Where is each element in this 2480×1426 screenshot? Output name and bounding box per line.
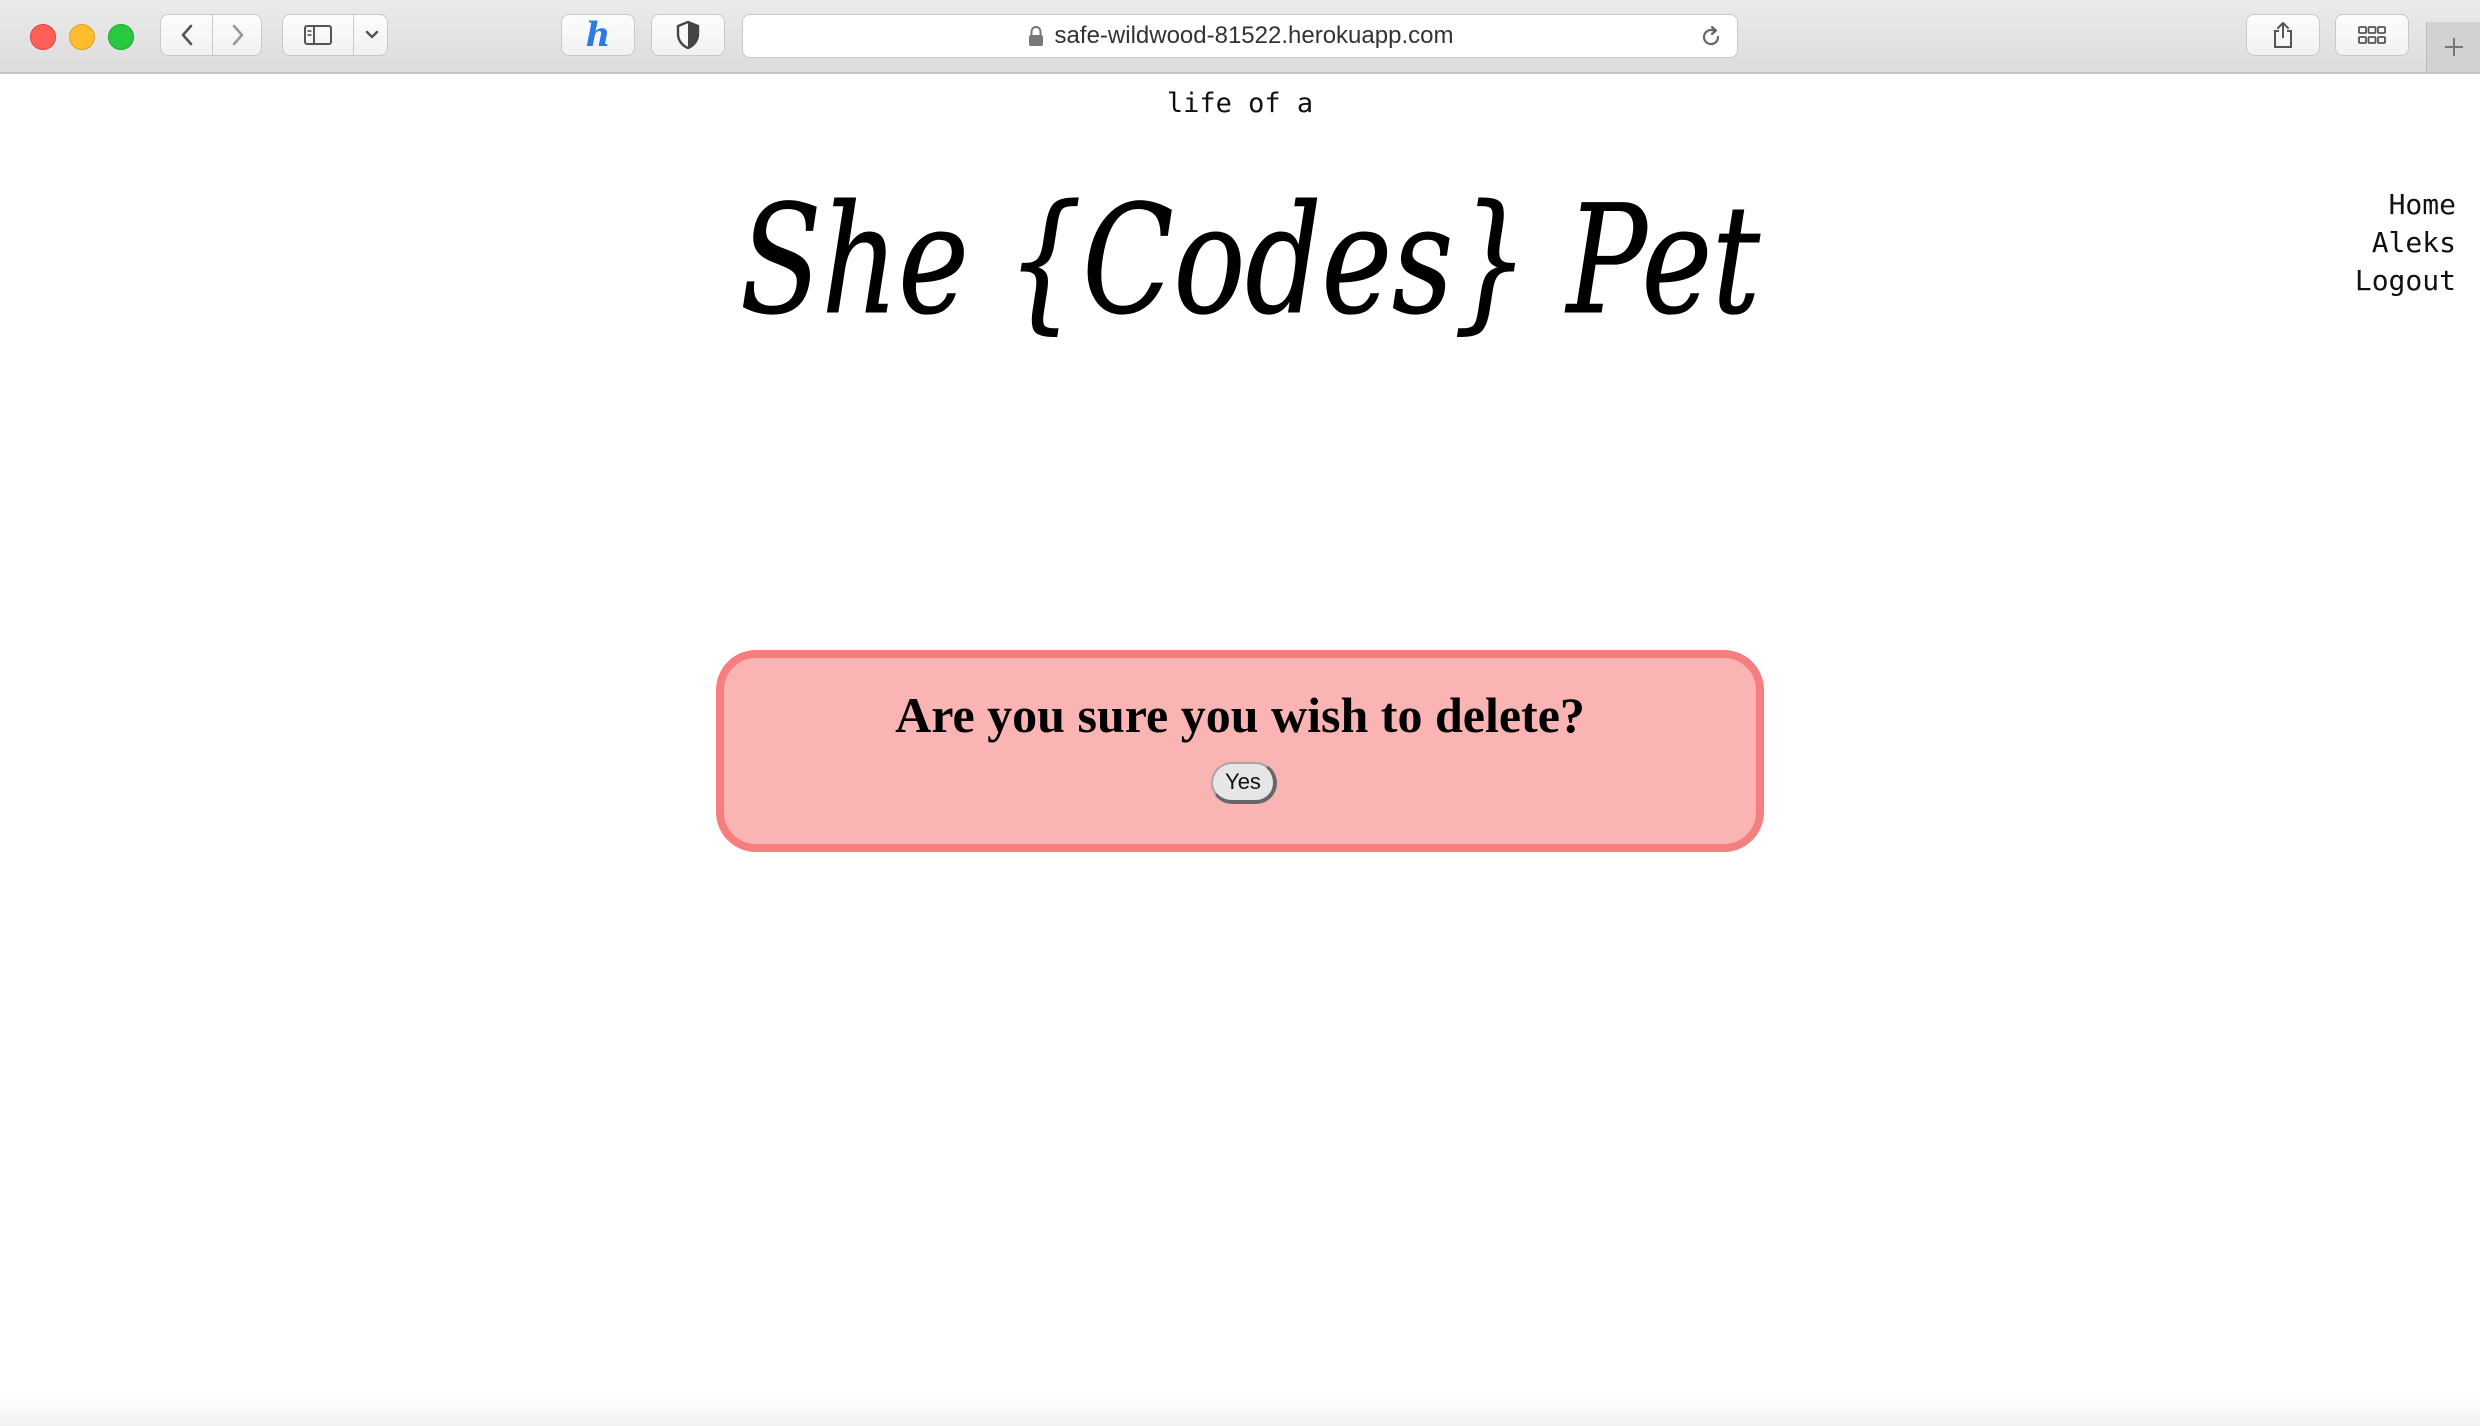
navigation-buttons (160, 14, 262, 56)
sidebar-menu-button[interactable] (354, 15, 389, 55)
browser-toolbar: h safe-wildwood-81522.herokuapp.com (0, 0, 2480, 74)
logo-text: She {Codes} Pet (740, 174, 1761, 348)
back-button[interactable] (161, 15, 212, 55)
new-tab-icon (2445, 38, 2463, 56)
chevron-down-icon (365, 30, 378, 39)
honey-extension-icon: h (585, 15, 611, 55)
site-logo[interactable]: She {Codes} Pet (730, 142, 1770, 382)
sidebar-buttons (282, 14, 388, 56)
privacy-report-button[interactable] (651, 14, 725, 56)
nav-logout-link[interactable]: Logout (2355, 262, 2456, 300)
nav-home-link[interactable]: Home (2355, 186, 2456, 224)
sidebar-button[interactable] (283, 15, 353, 55)
new-tab-button[interactable] (2426, 22, 2480, 72)
tagline: life of a (1166, 88, 1314, 119)
confirmation-question: Are you sure you wish to delete? (895, 687, 1585, 743)
minimize-window-button[interactable] (69, 24, 95, 50)
nav-profile-link[interactable]: Aleks (2355, 224, 2456, 262)
honey-extension-button[interactable]: h (561, 14, 635, 56)
share-button[interactable] (2246, 14, 2320, 56)
zoom-window-button[interactable] (108, 24, 134, 50)
close-window-button[interactable] (30, 24, 56, 50)
browser-window: h safe-wildwood-81522.herokuapp.com life… (0, 0, 2480, 1426)
url-text: safe-wildwood-81522.herokuapp.com (1054, 22, 1454, 49)
back-icon (181, 24, 192, 46)
tab-overview-icon (2358, 26, 2386, 44)
tab-overview-button[interactable] (2335, 14, 2409, 56)
sidebar-icon (304, 25, 332, 45)
forward-icon (232, 24, 244, 46)
web-page: life of a She {Codes} Pet Home Aleks Log… (0, 74, 2480, 1426)
lock-icon (1028, 25, 1043, 46)
site-nav: Home Aleks Logout (2355, 186, 2456, 300)
share-icon (2274, 22, 2292, 48)
delete-confirmation-box: Are you sure you wish to delete? Yes (716, 650, 1764, 852)
yes-delete-button[interactable]: Yes (1211, 762, 1277, 804)
address-bar[interactable]: safe-wildwood-81522.herokuapp.com (742, 14, 1738, 58)
shield-icon (676, 20, 700, 50)
page-bottom-edge (0, 1396, 2480, 1426)
forward-button[interactable] (213, 15, 263, 55)
reload-icon[interactable] (1699, 25, 1723, 49)
